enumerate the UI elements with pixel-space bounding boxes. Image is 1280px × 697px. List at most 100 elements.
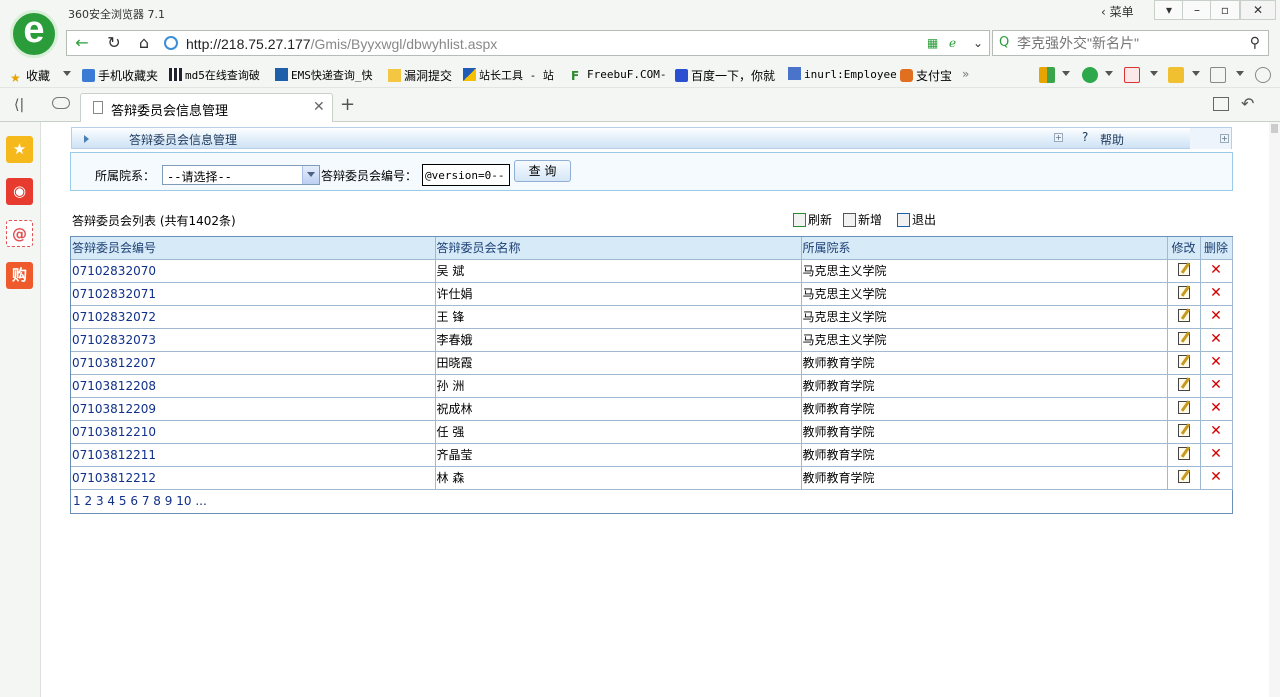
table-row[interactable]: 07103812212 林 森教师教育学院 ✕ [71, 466, 1233, 490]
edit-cell[interactable] [1167, 351, 1201, 375]
table-row[interactable]: 07103812208 孙 洲教师教育学院 ✕ [71, 374, 1233, 398]
gamepad-dropdown-icon[interactable] [1236, 71, 1244, 76]
delete-cell[interactable]: ✕ [1200, 351, 1233, 375]
delete-icon[interactable]: ✕ [1210, 424, 1222, 438]
edit-icon[interactable] [1177, 470, 1190, 483]
edit-cell[interactable] [1167, 259, 1201, 283]
edit-icon[interactable] [1177, 378, 1190, 391]
edit-icon[interactable] [1177, 424, 1190, 437]
shopping-icon[interactable]: 购 [6, 262, 33, 289]
col-header-code[interactable]: 答辩委员会编号 [71, 237, 436, 260]
translate-dropdown-icon[interactable] [1150, 71, 1158, 76]
mail-icon[interactable]: @ [6, 220, 33, 247]
shield-icon[interactable] [1082, 67, 1098, 83]
delete-cell[interactable]: ✕ [1200, 374, 1233, 398]
search-engine-icon[interactable]: Q [999, 35, 1009, 50]
row-code[interactable]: 07103812209 [71, 397, 436, 421]
page-link[interactable]: 5 [119, 494, 127, 508]
page-link[interactable]: 4 [107, 494, 115, 508]
edit-icon[interactable] [1177, 401, 1190, 414]
page-link[interactable]: 1 [73, 494, 81, 508]
row-code[interactable]: 07103812212 [71, 466, 436, 490]
help-link[interactable]: 帮助 [1100, 131, 1124, 148]
new-tab-icon[interactable]: + [340, 96, 355, 114]
edit-icon[interactable] [1177, 286, 1190, 299]
delete-cell[interactable]: ✕ [1200, 259, 1233, 283]
fav-dropdown-icon[interactable] [63, 71, 71, 76]
delete-icon[interactable]: ✕ [1210, 332, 1222, 346]
delete-cell[interactable]: ✕ [1200, 443, 1233, 467]
skin-icon[interactable]: ▾ [1154, 0, 1184, 20]
row-code[interactable]: 07102832072 [71, 305, 436, 329]
delete-cell[interactable]: ✕ [1200, 397, 1233, 421]
dept-select[interactable]: --请选择-- [162, 165, 320, 185]
collapse-arrow-icon[interactable] [84, 135, 89, 143]
refresh-button[interactable]: 刷新 [793, 211, 832, 228]
exit-button[interactable]: 退出 [897, 211, 936, 228]
table-row[interactable]: 07103812207 田晓霞 教师教育学院 ✕ [71, 351, 1233, 375]
translate-icon[interactable] [1124, 67, 1140, 83]
edit-icon[interactable] [1177, 263, 1190, 276]
delete-cell[interactable]: ✕ [1200, 328, 1233, 352]
row-code[interactable]: 07102832071 [71, 282, 436, 306]
delete-icon[interactable]: ✕ [1210, 309, 1222, 323]
fav-item-google[interactable]: inurl:Employee [788, 67, 897, 83]
table-row[interactable]: 07103812211 齐晶莹 教师教育学院 ✕ [71, 443, 1233, 467]
row-code[interactable]: 07102832070 [71, 259, 436, 283]
reload-icon[interactable]: ↻ [103, 34, 125, 54]
delete-icon[interactable]: ✕ [1210, 470, 1222, 484]
search-icon[interactable]: ⚲ [1250, 35, 1260, 51]
table-row[interactable]: 07102832072 王 锋马克思主义学院 ✕ [71, 305, 1233, 329]
expand-icon[interactable]: + [1054, 133, 1063, 142]
restore-tabs-icon[interactable] [1213, 97, 1229, 111]
edit-cell[interactable] [1167, 397, 1201, 421]
edit-icon[interactable] [1177, 309, 1190, 322]
edit-cell[interactable] [1167, 305, 1201, 329]
settings-icon[interactable] [1255, 67, 1271, 83]
delete-icon[interactable]: ✕ [1210, 378, 1222, 392]
page-link[interactable]: 8 [153, 494, 161, 508]
home-icon[interactable]: ⌂ [133, 34, 155, 54]
table-row[interactable]: 07102832071 许仕娟 马克思主义学院 ✕ [71, 282, 1233, 306]
address-dropdown-icon[interactable]: ⌄ [973, 36, 987, 50]
page-link[interactable]: 3 [96, 494, 104, 508]
page-link[interactable]: 9 [165, 494, 173, 508]
edit-icon[interactable] [1177, 447, 1190, 460]
page-more-link[interactable]: ... [195, 494, 206, 508]
edit-cell[interactable] [1167, 374, 1201, 398]
shield-dropdown-icon[interactable] [1105, 71, 1113, 76]
fav-item-freebuf[interactable]: F FreebuF.COM- [571, 67, 666, 83]
page-scrollbar[interactable] [1269, 122, 1280, 697]
table-row[interactable]: 07102832073 李春娥 马克思主义学院 ✕ [71, 328, 1233, 352]
row-code[interactable]: 07103812211 [71, 443, 436, 467]
delete-cell[interactable]: ✕ [1200, 420, 1233, 444]
edit-cell[interactable] [1167, 443, 1201, 467]
more-favorites-icon[interactable]: » [962, 67, 969, 83]
fav-item-collect[interactable]: ★ 收藏 [10, 67, 50, 85]
add-button[interactable]: 新增 [843, 211, 882, 228]
tab-close-icon[interactable]: ✕ [313, 99, 325, 115]
page-link[interactable]: 10 [176, 494, 191, 508]
fav-item-bugsubmit[interactable]: 漏洞提交 [388, 67, 452, 83]
fav-item-alipay[interactable]: 支付宝 [900, 67, 952, 83]
screenshot-dropdown-icon[interactable] [1192, 71, 1200, 76]
delete-icon[interactable]: ✕ [1210, 355, 1222, 369]
page-link[interactable]: 2 [84, 494, 92, 508]
committee-code-input[interactable] [422, 164, 510, 186]
address-bar[interactable]: ← ↻ ⌂ http://218.75.27.177/Gmis/Byyxwgl/… [66, 30, 990, 56]
gamepad-icon[interactable] [1210, 67, 1226, 83]
edit-cell[interactable] [1167, 328, 1201, 352]
search-input[interactable] [1017, 33, 1237, 53]
fav-item-mobile[interactable]: 手机收藏夹 [82, 67, 158, 83]
fav-item-md5[interactable]: md5在线查询破 [169, 67, 260, 83]
url-text[interactable]: http://218.75.27.177/Gmis/Byyxwgl/dbwyhl… [186, 36, 497, 52]
favorites-star-icon[interactable]: ★ [6, 136, 33, 163]
query-button[interactable]: 查 询 [514, 160, 571, 182]
close-icon[interactable]: ✕ [1240, 0, 1276, 20]
edit-cell[interactable] [1167, 420, 1201, 444]
apps-dropdown-icon[interactable] [1062, 71, 1070, 76]
delete-icon[interactable]: ✕ [1210, 401, 1222, 415]
undo-close-icon[interactable]: ↶ [1241, 94, 1254, 113]
row-code[interactable]: 07103812210 [71, 420, 436, 444]
table-row[interactable]: 07102832070 吴 斌马克思主义学院 ✕ [71, 259, 1233, 283]
